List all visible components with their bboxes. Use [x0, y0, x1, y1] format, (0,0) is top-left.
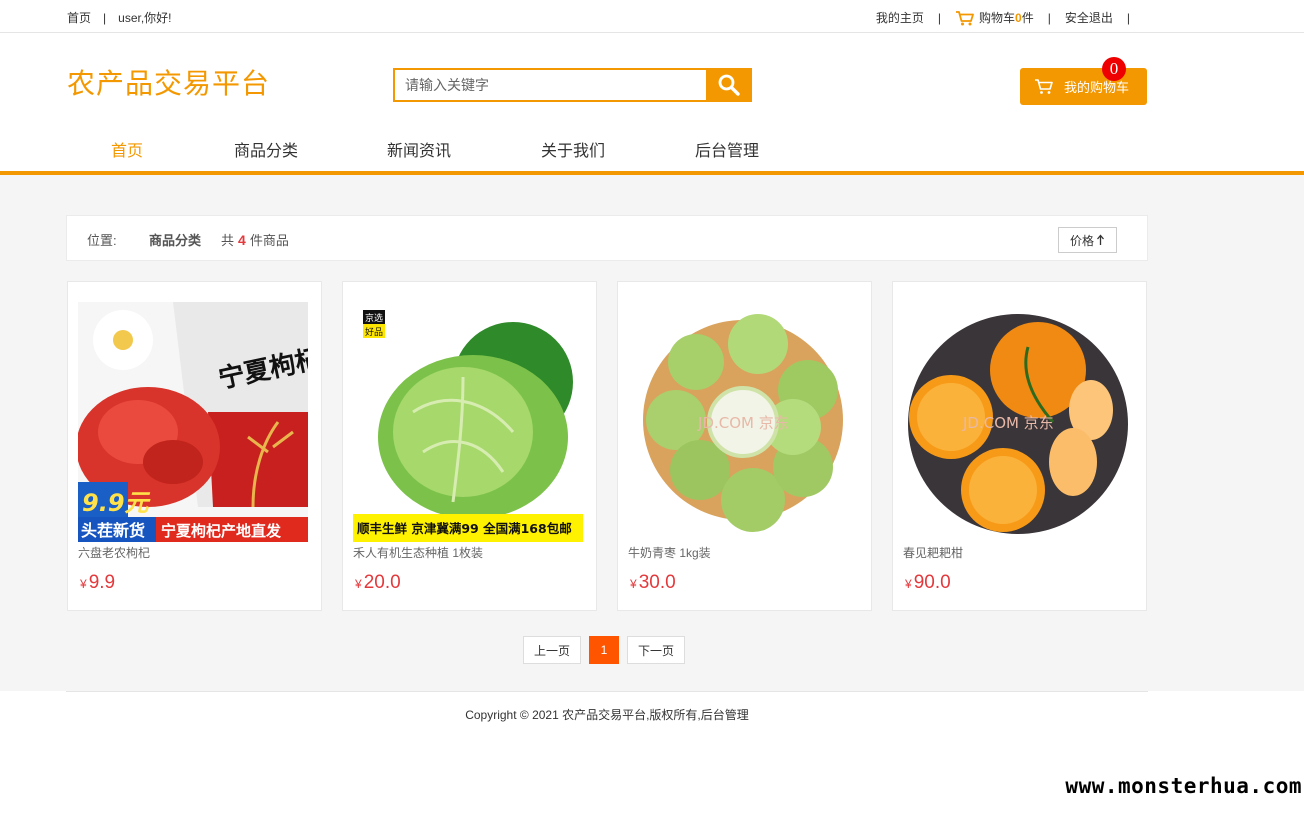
cart-icon	[956, 10, 974, 25]
nav-item-about[interactable]: 关于我们	[493, 137, 653, 161]
main-content: 位置: 商品分类 共 4 件商品 价格 宁夏枸杞 9.9元 头茬新货 宁夏枸杞产…	[0, 175, 1304, 691]
price-value: 90.0	[913, 572, 951, 593]
price-value: 9.9	[88, 572, 116, 593]
product-card[interactable]: JD.COM 京东 春见耙耙柑 ¥90.0	[892, 281, 1147, 611]
my-cart-button[interactable]: 我的购物车 0	[1020, 57, 1147, 105]
nav-item-admin[interactable]: 后台管理	[653, 137, 801, 161]
currency-symbol: ¥	[80, 577, 87, 591]
price-value: 30.0	[638, 572, 676, 593]
divider: |	[1047, 10, 1051, 25]
currency-symbol: ¥	[355, 577, 362, 591]
product-price: ¥9.9	[80, 572, 115, 594]
top-cart-count: 0	[1015, 10, 1022, 25]
divider: |	[1126, 10, 1130, 25]
sort-price-label: 价格	[1069, 233, 1094, 248]
top-home-link[interactable]: 首页	[67, 9, 91, 26]
product-image-text: 好品	[365, 326, 383, 338]
product-image[interactable]: 京选 好品 顺丰生鲜 京津冀满99 全国满168包邮	[353, 302, 583, 542]
total-suffix: 件商品	[249, 233, 289, 248]
sort-price-button[interactable]: 价格	[1058, 227, 1117, 253]
pagination: 上一页 1 下一页	[523, 636, 685, 664]
product-name[interactable]: 春见耙耙柑	[903, 544, 963, 561]
search-button[interactable]	[706, 68, 752, 102]
price-value: 20.0	[363, 572, 401, 593]
product-card[interactable]: 宁夏枸杞 9.9元 头茬新货 宁夏枸杞产地直发 六盘老农枸杞 ¥9.9	[67, 281, 322, 611]
cart-icon	[1035, 79, 1053, 94]
product-name[interactable]: 六盘老农枸杞	[78, 544, 150, 561]
product-card[interactable]: 京选 好品 顺丰生鲜 京津冀满99 全国满168包邮 禾人有机生态种植 1枚装 …	[342, 281, 597, 611]
product-image[interactable]: 宁夏枸杞 9.9元 头茬新货 宁夏枸杞产地直发	[78, 302, 308, 542]
nav-item-categories[interactable]: 商品分类	[187, 137, 345, 161]
top-cart-link[interactable]: 购物车 0 件	[955, 9, 1034, 26]
product-image-text: JD.COM 京东	[962, 414, 1054, 432]
footer: Copyright © 2021 农产品交易平台,版权所有,后台管理	[66, 691, 1148, 731]
product-price: ¥90.0	[905, 572, 951, 594]
breadcrumb-category[interactable]: 商品分类	[149, 230, 201, 249]
prev-page-button[interactable]: 上一页	[523, 636, 581, 664]
nav-item-home[interactable]: 首页	[67, 137, 187, 161]
my-cart-label: 我的购物车	[1064, 80, 1130, 95]
search-icon	[718, 74, 740, 96]
currency-symbol: ¥	[905, 577, 912, 591]
site-logo[interactable]: 农产品交易平台	[67, 62, 270, 102]
top-cart-label: 购物车	[979, 11, 1016, 25]
total-count: 4	[238, 232, 246, 248]
product-name[interactable]: 牛奶青枣 1kg装	[628, 544, 711, 561]
product-image[interactable]: JD.COM 京东	[628, 302, 858, 542]
search-bar	[393, 68, 752, 102]
product-image-text: 宁夏枸杞产地直发	[161, 522, 282, 540]
divider: |	[103, 10, 107, 25]
product-card[interactable]: JD.COM 京东 牛奶青枣 1kg装 ¥30.0	[617, 281, 872, 611]
breadcrumb-position-label: 位置:	[87, 233, 117, 248]
user-greeting: user,你好!	[118, 11, 172, 25]
arrow-up-icon	[1097, 234, 1104, 245]
product-image[interactable]: JD.COM 京东	[903, 302, 1133, 542]
my-home-link[interactable]: 我的主页	[876, 9, 924, 26]
nav-item-news[interactable]: 新闻资讯	[345, 137, 493, 161]
watermark-text: www.monsterhua.com	[1065, 774, 1302, 798]
next-page-button[interactable]: 下一页	[627, 636, 685, 664]
product-price: ¥20.0	[355, 572, 401, 594]
breadcrumb: 位置: 商品分类 共 4 件商品 价格	[66, 215, 1148, 261]
main-nav: 首页 商品分类 新闻资讯 关于我们 后台管理	[0, 129, 1304, 175]
total-prefix: 共	[221, 233, 235, 248]
header: 农产品交易平台 我的购物车 0	[0, 33, 1304, 129]
top-bar: 首页 | user,你好! 我的主页 | 购物车 0 件 | 安全退出 |	[0, 0, 1304, 33]
product-image-text: 顺丰生鲜 京津冀满99 全国满168包邮	[357, 521, 572, 536]
product-image-text: 9.9元	[82, 489, 152, 517]
product-total: 共 4 件商品	[221, 230, 289, 249]
product-image-text: JD.COM 京东	[697, 414, 789, 432]
product-image-text: 头茬新货	[81, 521, 145, 540]
copyright-text: Copyright © 2021 农产品交易平台,版权所有,后台管理	[465, 708, 749, 722]
product-name[interactable]: 禾人有机生态种植 1枚装	[353, 544, 483, 561]
current-page-button[interactable]: 1	[589, 636, 619, 664]
logout-link[interactable]: 安全退出	[1065, 9, 1113, 26]
divider: |	[937, 10, 942, 25]
top-cart-unit: 件	[1021, 11, 1034, 25]
product-price: ¥30.0	[630, 572, 676, 594]
cart-count-badge: 0	[1102, 57, 1126, 81]
search-input[interactable]	[393, 68, 706, 102]
product-image-text: 京选	[365, 312, 383, 324]
currency-symbol: ¥	[630, 577, 637, 591]
